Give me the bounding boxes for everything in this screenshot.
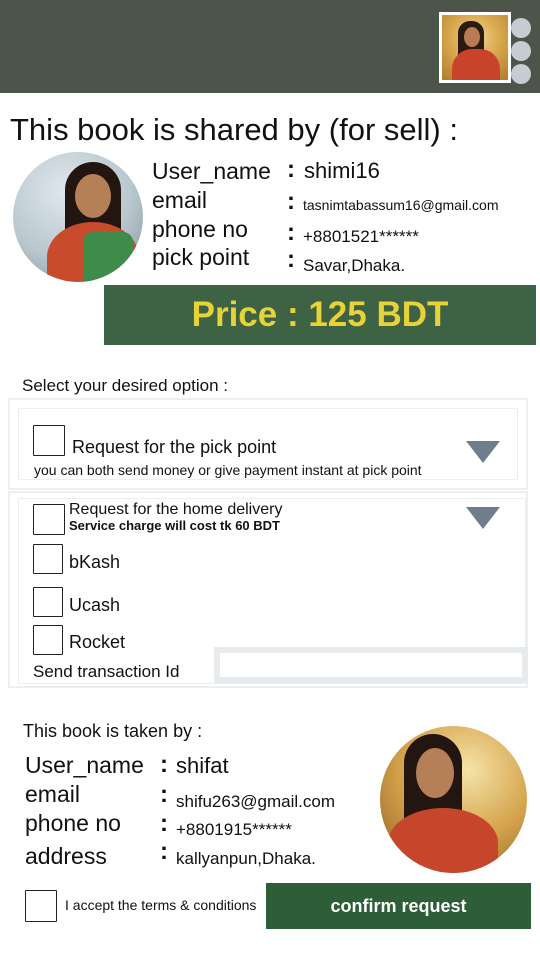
pick-point-title: Request for the pick point bbox=[72, 437, 277, 457]
colon-separator: : bbox=[287, 188, 295, 215]
page-title: This book is shared by (for sell) : bbox=[10, 112, 458, 147]
colon-separator: : bbox=[160, 781, 168, 808]
seller-phone: +8801521****** bbox=[303, 227, 419, 246]
colon-separator: : bbox=[287, 219, 295, 246]
rocket-label: Rocket bbox=[69, 632, 126, 652]
seller-label-phone: phone no bbox=[152, 216, 248, 242]
transaction-id-field bbox=[214, 647, 528, 683]
bkash-label: bKash bbox=[69, 552, 121, 572]
colon-separator: : bbox=[160, 838, 168, 865]
profile-avatar[interactable] bbox=[439, 12, 511, 83]
transaction-id-input[interactable] bbox=[220, 653, 522, 677]
transaction-id-label: Send transaction Id bbox=[33, 662, 180, 681]
buyer-label-user-name: User_name bbox=[25, 752, 144, 778]
chevron-down-icon[interactable] bbox=[466, 507, 500, 529]
pick-point-subtitle: you can both send money or give payment … bbox=[34, 462, 422, 478]
colon-separator: : bbox=[287, 156, 295, 183]
home-delivery-checkbox[interactable] bbox=[33, 504, 65, 535]
colon-separator: : bbox=[160, 810, 168, 837]
buyer-section-label: This book is taken by : bbox=[23, 721, 203, 741]
ucash-label: Ucash bbox=[69, 595, 121, 615]
terms-label: I accept the terms & conditions bbox=[65, 897, 257, 913]
seller-pick-point: Savar,Dhaka. bbox=[303, 256, 406, 275]
buyer-label-email: email bbox=[25, 781, 80, 807]
home-delivery-title: Request for the home delivery bbox=[69, 501, 283, 518]
colon-separator: : bbox=[287, 246, 295, 273]
buyer-label-phone: phone no bbox=[25, 810, 121, 836]
price-text: Price : 125 BDT bbox=[191, 295, 449, 334]
buyer-avatar bbox=[380, 726, 527, 873]
buyer-address: kallyanpun,Dhaka. bbox=[176, 849, 316, 868]
terms-checkbox[interactable] bbox=[25, 890, 57, 922]
colon-separator: : bbox=[160, 751, 168, 778]
seller-label-user-name: User_name bbox=[152, 158, 271, 184]
chevron-down-icon[interactable] bbox=[466, 441, 500, 463]
profile-photo bbox=[442, 15, 508, 80]
top-app-bar bbox=[0, 0, 540, 93]
buyer-email[interactable]: shifu263@gmail.com bbox=[176, 792, 335, 812]
seller-avatar bbox=[13, 152, 143, 282]
seller-label-email: email bbox=[152, 187, 207, 213]
buyer-user-name: shifat bbox=[176, 753, 229, 778]
vertical-dots-icon[interactable] bbox=[511, 18, 531, 87]
options-label: Select your desired option : bbox=[22, 376, 229, 395]
bkash-checkbox[interactable] bbox=[33, 544, 63, 574]
price-banner: Price : 125 BDT bbox=[104, 285, 536, 345]
pick-point-checkbox[interactable] bbox=[33, 425, 65, 456]
rocket-checkbox[interactable] bbox=[33, 625, 63, 655]
buyer-phone: +8801915****** bbox=[176, 820, 292, 839]
buyer-label-address: address bbox=[25, 843, 107, 869]
confirm-request-button[interactable]: confirm request bbox=[266, 883, 531, 929]
seller-email[interactable]: tasnimtabassum16@gmail.com bbox=[303, 197, 499, 213]
home-delivery-subtitle: Service charge will cost tk 60 BDT bbox=[69, 518, 280, 533]
seller-label-pick-point: pick point bbox=[152, 244, 250, 270]
ucash-checkbox[interactable] bbox=[33, 587, 63, 617]
seller-user-name: shimi16 bbox=[304, 158, 380, 183]
